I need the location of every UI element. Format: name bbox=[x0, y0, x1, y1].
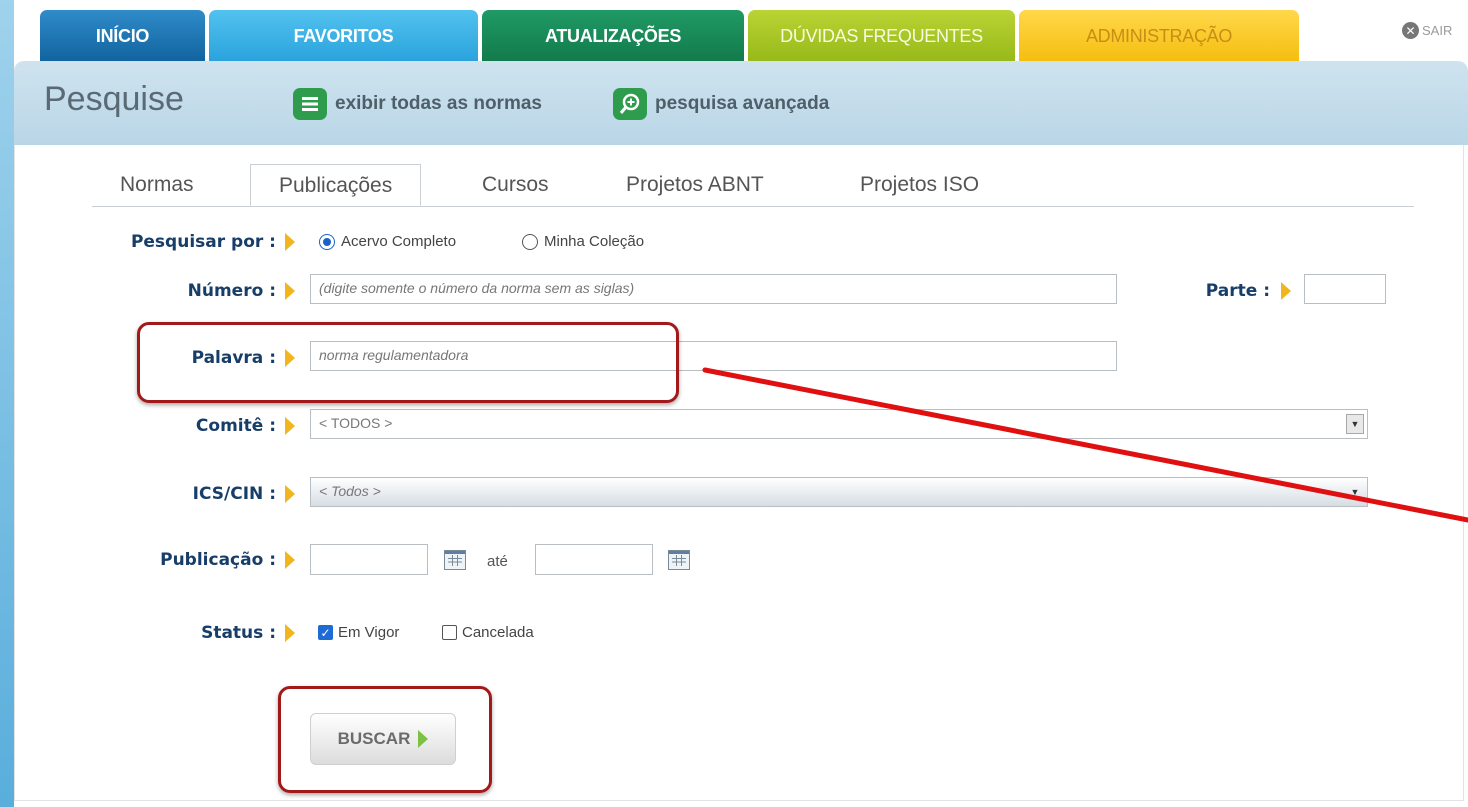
annotation-arrow-line bbox=[702, 367, 1468, 523]
